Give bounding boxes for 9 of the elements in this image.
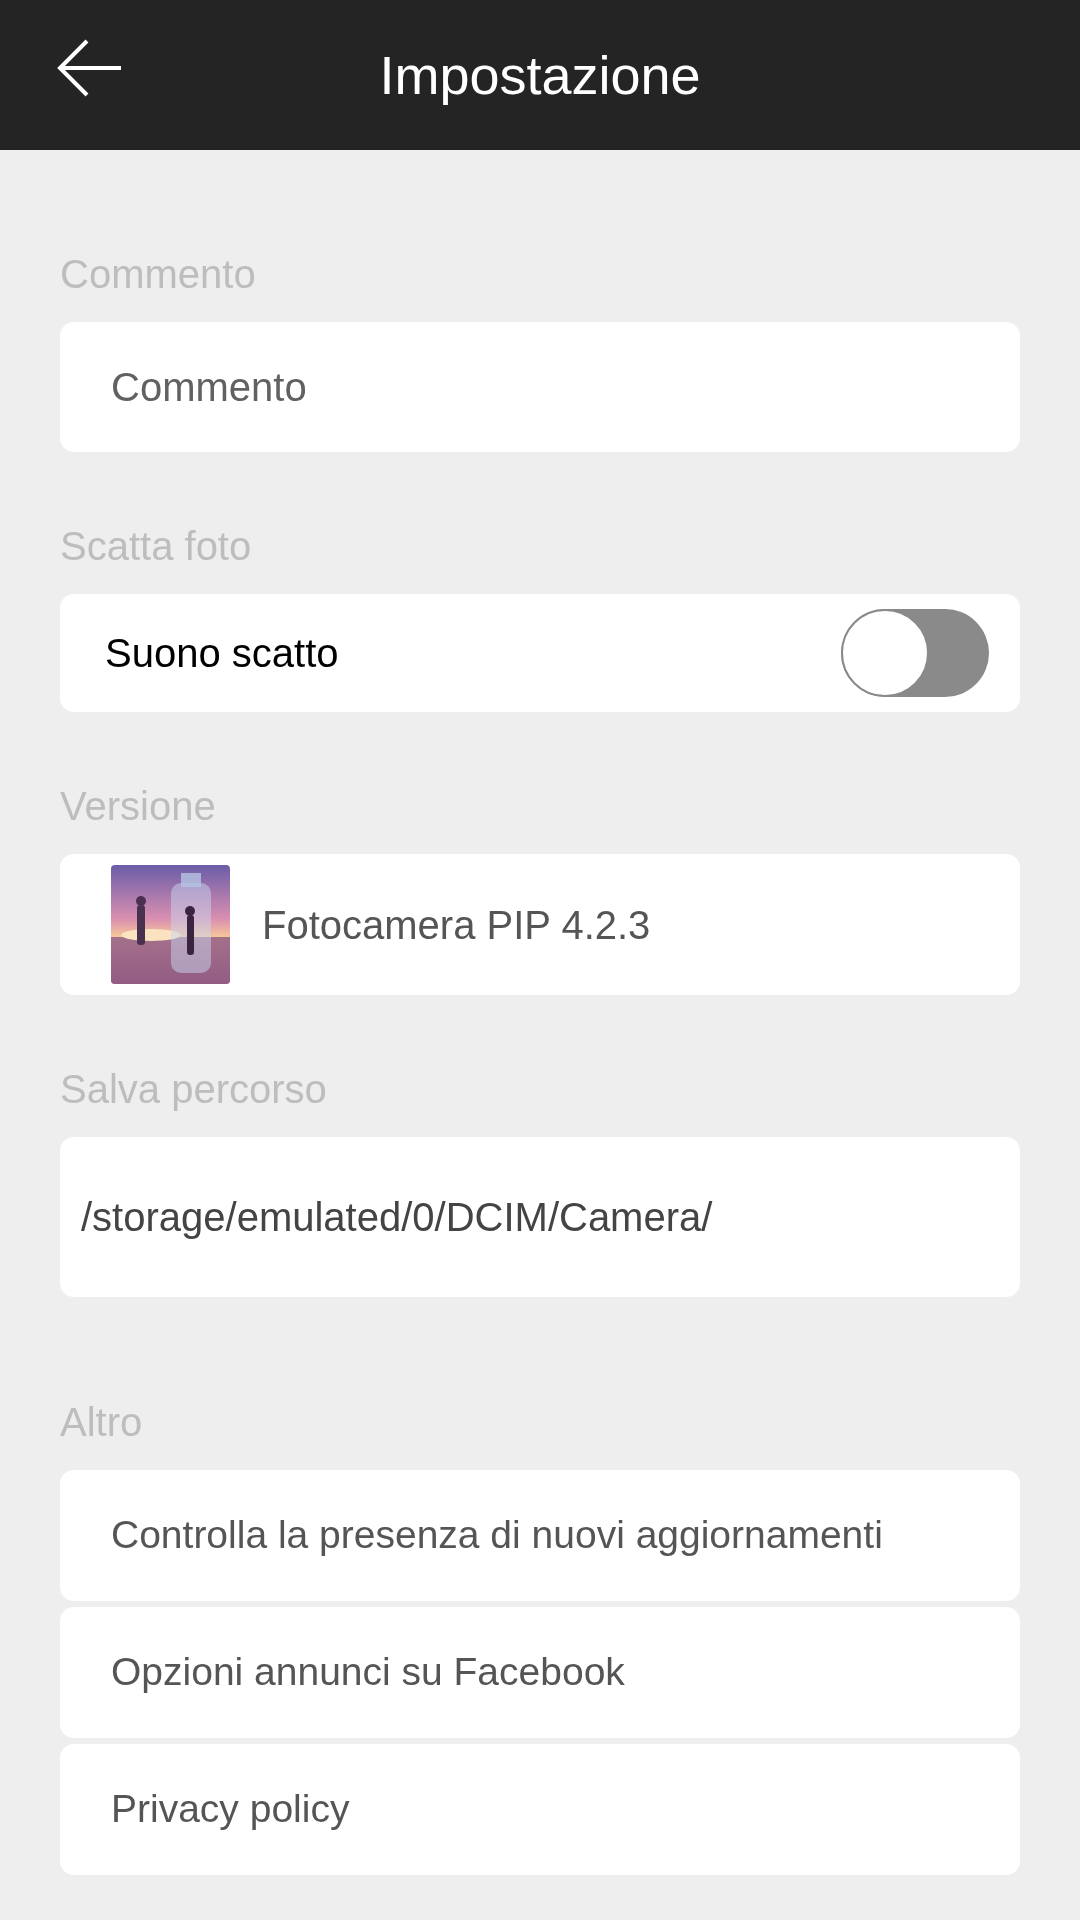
version-label: Fotocamera PIP 4.2.3: [262, 901, 651, 949]
menu-item[interactable]: Privacy policy: [60, 1744, 1020, 1875]
menu-item[interactable]: Controlla la presenza di nuovi aggiornamenti: [60, 1470, 1020, 1601]
setting-label: Suono scatto: [105, 630, 339, 677]
back-arrow-icon: [57, 38, 123, 98]
path-label: /storage/emulated/0/DCIM/Camera/: [81, 1194, 713, 1241]
comment-field[interactable]: Commento: [60, 322, 1020, 452]
screen-title: Impostazione: [379, 43, 701, 107]
menu-item[interactable]: Opzioni annunci su Facebook: [60, 1607, 1020, 1738]
